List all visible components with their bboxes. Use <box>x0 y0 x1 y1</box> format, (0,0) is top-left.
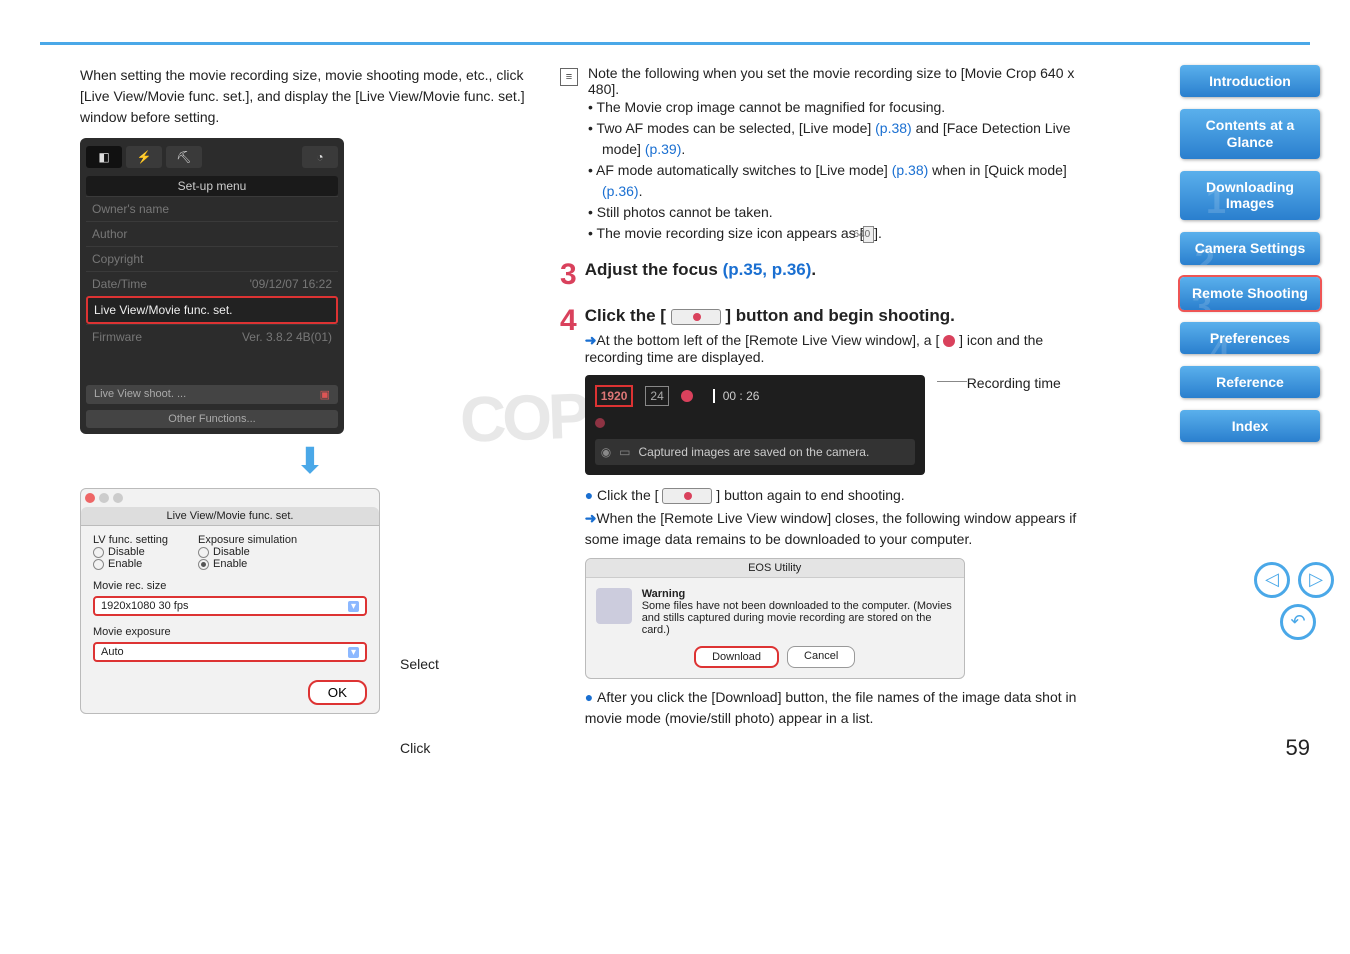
warning-dialog: EOS Utility Warning Some files have not … <box>585 558 965 679</box>
step-4-desc: ➜At the bottom left of the [Remote Live … <box>585 332 1100 365</box>
nav-index[interactable]: Index <box>1180 410 1320 442</box>
step-4-title: Click the [ ] button and begin shooting. <box>585 306 1100 326</box>
link-p38[interactable]: (p.38) <box>892 162 929 178</box>
movie-exposure-label: Movie exposure <box>93 626 367 638</box>
setup-title: Set-up menu <box>86 176 338 196</box>
tab-timer-icon[interactable]: ◔ <box>302 146 338 168</box>
nav-downloading[interactable]: 1Downloading Images <box>1180 171 1320 221</box>
note-item-1: The Movie crop image cannot be magnified… <box>588 97 1100 118</box>
rec-size-label: Movie rec. size <box>93 580 367 592</box>
step-3-number: 3 <box>560 260 577 290</box>
after-download-text: ● After you click the [Download] button,… <box>585 687 1100 729</box>
close-window-text: ➜When the [Remote Live View window] clos… <box>585 508 1100 550</box>
exp-sim-label: Exposure simulation <box>198 534 297 546</box>
date-label: Date/Time <box>92 277 147 291</box>
row-author[interactable]: Author <box>86 221 338 246</box>
icon-640: 640 <box>863 226 874 243</box>
lv-fps: 24 <box>645 386 668 406</box>
exp-enable-radio[interactable]: Enable <box>198 558 297 570</box>
lv-resolution: 1920 <box>595 385 634 407</box>
record-button-icon <box>671 309 721 325</box>
radio-icon: ◉ <box>601 445 611 459</box>
lv-dialog-title: Live View/Movie func. set. <box>81 507 379 526</box>
camera-icon: ▣ <box>320 388 330 401</box>
exp-disable-radio[interactable]: Disable <box>198 546 297 558</box>
nav-reference[interactable]: Reference <box>1180 366 1320 398</box>
fw-value: Ver. 3.8.2 4B(01) <box>242 330 332 344</box>
nav-remote-shooting[interactable]: 3Remote Shooting <box>1180 277 1320 310</box>
fw-label: Firmware <box>92 330 142 344</box>
movie-exposure-value: Auto <box>101 646 124 658</box>
nav-contents[interactable]: Contents at a Glance <box>1180 109 1320 159</box>
tab-wrench-icon[interactable]: ⛏ <box>166 146 202 168</box>
note-item-2: Two AF modes can be selected, [Live mode… <box>588 118 1100 160</box>
download-button[interactable]: Download <box>694 646 779 668</box>
step-3-title: Adjust the focus (p.35, p.36). <box>585 260 1100 280</box>
warning-title: EOS Utility <box>586 559 964 578</box>
back-button[interactable]: ↶ <box>1280 604 1316 640</box>
lv-enable-radio[interactable]: Enable <box>93 558 168 570</box>
lv-func-label: LV func. setting <box>93 534 168 546</box>
tab-flash-icon[interactable]: ⚡ <box>126 146 162 168</box>
step-4-number: 4 <box>560 306 577 729</box>
link-p35-p36[interactable]: (p.35, p.36) <box>723 260 812 279</box>
arrow-down-icon: ⬇ <box>80 440 540 482</box>
rec-size-value: 1920x1080 30 fps <box>101 600 188 612</box>
lv-time: 00 : 26 <box>713 389 760 403</box>
lv-saved-text: Captured images are saved on the camera. <box>639 445 870 459</box>
link-p36[interactable]: (p.36) <box>602 183 639 199</box>
row-owners-name[interactable]: Owner's name <box>86 196 338 221</box>
ok-button[interactable]: OK <box>308 680 367 705</box>
nav-camera-settings[interactable]: 2Camera Settings <box>1180 232 1320 265</box>
prev-page-button[interactable]: ◁ <box>1254 562 1290 598</box>
end-shooting-text: ● Click the [ ] button again to end shoo… <box>585 487 1100 504</box>
intro-text: When setting the movie recording size, m… <box>80 65 540 128</box>
row-firmware[interactable]: Firmware Ver. 3.8.2 4B(01) <box>86 324 338 349</box>
live-view-shoot-label: Live View shoot. ... <box>94 388 186 401</box>
warning-heading: Warning <box>642 588 686 600</box>
note-item-5: The movie recording size icon appears as… <box>588 223 1100 244</box>
page-number: 59 <box>0 729 1350 767</box>
link-p38[interactable]: (p.38) <box>875 120 912 136</box>
red-dot-icon <box>943 335 955 347</box>
note-item-3: AF mode automatically switches to [Live … <box>588 160 1100 202</box>
live-view-shoot-button[interactable]: Live View shoot. ... ▣ <box>86 385 338 404</box>
record-button-icon <box>662 488 712 504</box>
camera-small-icon: ▭ <box>619 445 630 459</box>
other-functions-button[interactable]: Other Functions... <box>86 410 338 428</box>
row-copyright[interactable]: Copyright <box>86 246 338 271</box>
cancel-button[interactable]: Cancel <box>787 646 855 668</box>
warning-icon <box>596 588 632 624</box>
chevron-down-icon: ▾ <box>348 601 359 612</box>
note-intro: Note the following when you set the movi… <box>588 65 1100 97</box>
red-dot-icon <box>595 418 605 428</box>
row-date-time[interactable]: Date/Time '09/12/07 16:22 <box>86 271 338 296</box>
live-view-panel: 1920 24 00 : 26 ◉ ▭ Captured images are … <box>585 375 925 475</box>
movie-exposure-select[interactable]: Auto ▾ <box>93 642 367 662</box>
nav-preferences[interactable]: 4Preferences <box>1180 322 1320 354</box>
recording-time-label: Recording time <box>967 375 1061 391</box>
click-callout: Click <box>400 740 430 756</box>
chevron-down-icon: ▾ <box>348 647 359 658</box>
next-page-button[interactable]: ▷ <box>1298 562 1334 598</box>
lv-disable-radio[interactable]: Disable <box>93 546 168 558</box>
select-callout: Select <box>400 656 439 672</box>
note-item-4: Still photos cannot be taken. <box>588 202 1100 223</box>
rec-size-select[interactable]: 1920x1080 30 fps ▾ <box>93 596 367 616</box>
row-live-view-movie[interactable]: Live View/Movie func. set. <box>86 296 338 324</box>
note-icon: ≡ <box>560 68 578 86</box>
date-value: '09/12/07 16:22 <box>250 277 332 291</box>
tab-camera-icon[interactable]: ◧ <box>86 146 122 168</box>
lv-dialog: Live View/Movie func. set. LV func. sett… <box>80 488 380 714</box>
recording-indicator-icon <box>681 390 693 402</box>
nav-introduction[interactable]: Introduction <box>1180 65 1320 97</box>
link-p39[interactable]: (p.39) <box>645 141 682 157</box>
warning-body: Some files have not been downloaded to t… <box>642 600 954 636</box>
setup-menu-window: ◧ ⚡ ⛏ ◔ Set-up menu Owner's name Author … <box>80 138 344 434</box>
